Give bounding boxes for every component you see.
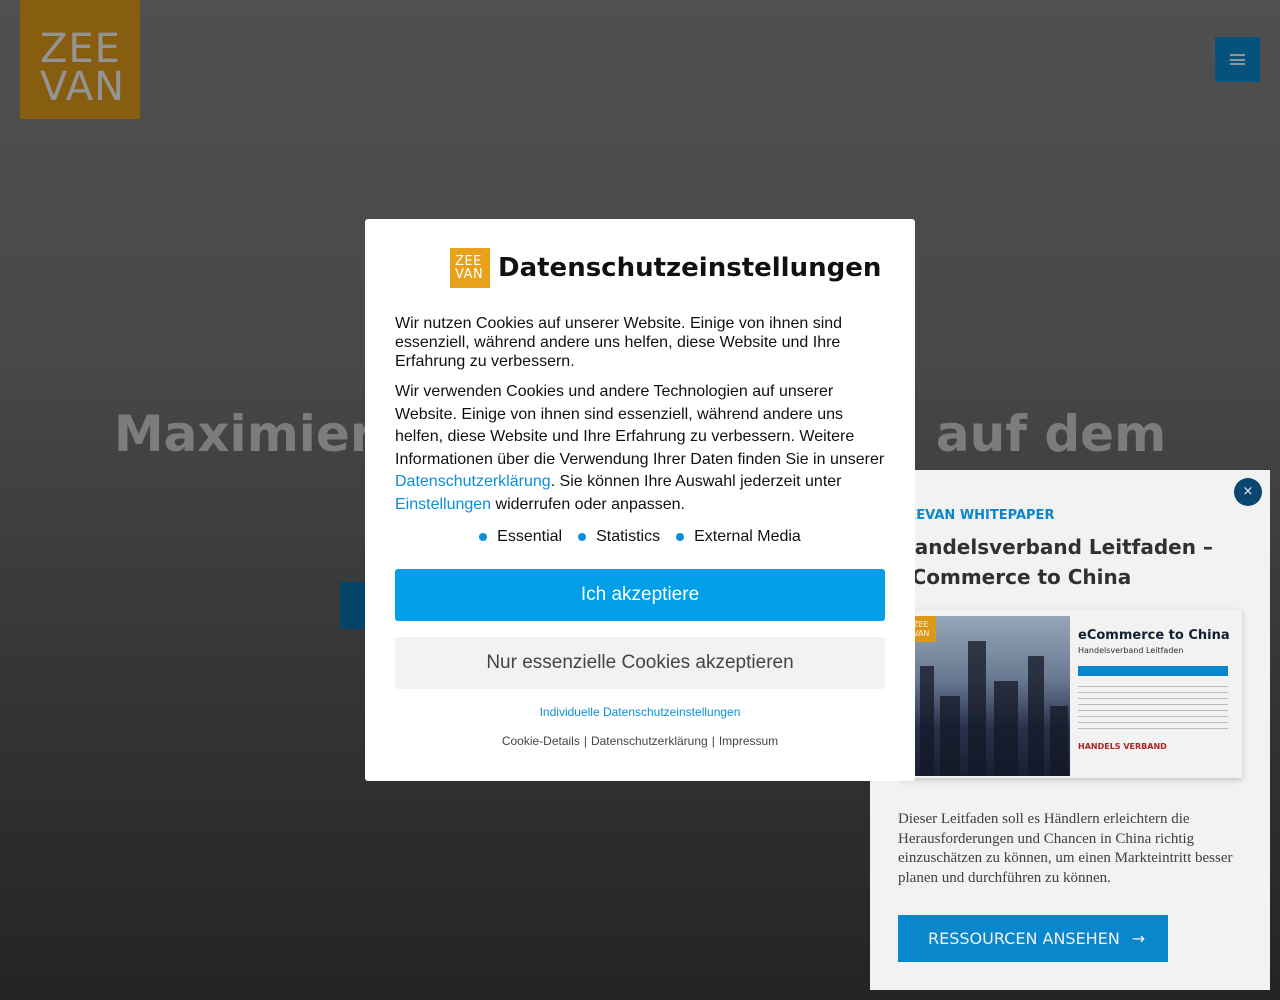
individual-settings-link[interactable]: Individuelle Datenschutzeinstellungen: [365, 705, 915, 719]
whitepaper-title: Handelsverband Leitfaden – eCommerce to …: [898, 535, 1213, 589]
whitepaper-tag: ZEEVAN WHITEPAPER: [898, 508, 1055, 523]
dialog-title: Datenschutzeinstellungen: [498, 253, 882, 283]
arrow-right-icon: →: [1131, 929, 1146, 948]
settings-link[interactable]: Einstellungen: [395, 496, 491, 513]
city-skyline-image: ZEE VAN: [910, 616, 1070, 776]
bullet-icon: [578, 533, 587, 541]
dialog-header: ZEE VAN Datenschutzeinstellungen: [450, 248, 881, 288]
whitepaper-popup: × ZEEVAN WHITEPAPER Handelsverband Leitf…: [870, 470, 1270, 990]
dialog-intro: Wir nutzen Cookies auf unserer Website. …: [395, 315, 843, 370]
category-statistics[interactable]: Statistics: [578, 528, 660, 546]
resources-button[interactable]: RESSOURCEN ANSEHEN →: [898, 915, 1168, 962]
whitepaper-cover-image: ZEE VAN eCommerce to China Handelsverban…: [898, 610, 1242, 778]
privacy-policy-link[interactable]: Datenschutzerklärung: [395, 473, 551, 490]
bullet-icon: [676, 533, 685, 541]
resources-button-label: RESSOURCEN ANSEHEN: [928, 929, 1120, 948]
whitepaper-description: Dieser Leitfaden soll es Händlern erleic…: [898, 811, 1233, 886]
bullet-icon: [479, 533, 488, 541]
cover-title: eCommerce to China: [1078, 628, 1230, 643]
cover-text-block: [1078, 686, 1228, 730]
dialog-footer-links: Cookie-Details | Datenschutzerklärung | Impr…: [501, 734, 779, 748]
cover-brand-logo: HANDELS VERBAND: [1078, 742, 1167, 751]
cookie-details-link[interactable]: Cookie-Details: [502, 734, 580, 748]
cookie-consent-dialog: ZEE VAN Datenschutzeinstellungen Wir nut…: [365, 219, 915, 781]
category-external-media[interactable]: External Media: [676, 528, 801, 546]
accept-all-button[interactable]: Ich akzeptiere: [395, 569, 885, 621]
privacy-statement-link[interactable]: Datenschutzerklärung: [591, 734, 708, 748]
cookie-categories: Essential Statistics External Media: [365, 528, 915, 546]
dialog-details: Wir verwenden Cookies und andere Technol…: [395, 383, 885, 513]
category-essential[interactable]: Essential: [479, 528, 562, 546]
accept-essential-button[interactable]: Nur essenzielle Cookies akzeptieren: [395, 637, 885, 689]
imprint-link[interactable]: Impressum: [719, 734, 778, 748]
cover-band: [1078, 666, 1228, 676]
close-icon[interactable]: ×: [1234, 478, 1262, 506]
cover-subtitle: Handelsverband Leitfaden: [1078, 646, 1184, 655]
dialog-logo: ZEE VAN: [450, 248, 490, 288]
